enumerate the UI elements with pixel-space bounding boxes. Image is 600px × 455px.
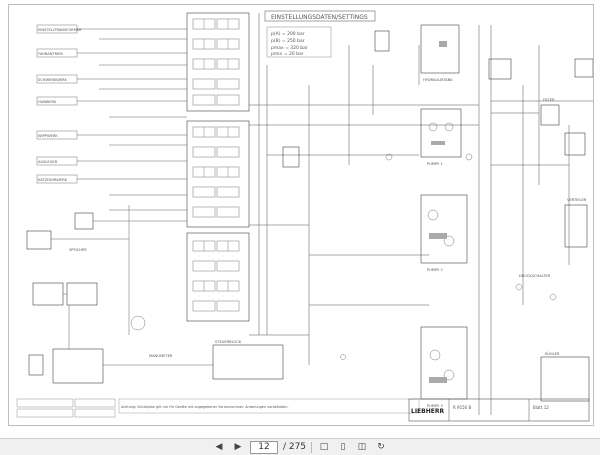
component-label: VERTEILER — [567, 198, 587, 202]
component-label: FILTER — [543, 98, 555, 102]
left-label: WIPPWERK — [38, 134, 58, 138]
rotate-icon[interactable]: ↻ — [374, 441, 388, 454]
footer-note: Achtung: Schaltplan gilt nur für Geräte … — [121, 404, 289, 409]
sheet-number: Blatt 12 — [533, 405, 549, 410]
setting-line: pmax = 320 bar — [271, 45, 308, 51]
fit-page-icon[interactable]: □ — [317, 441, 331, 454]
hydraulic-schematic: EINSTELLUNGSDATEN/SETTINGS p(A) = 200 ba… — [16, 10, 593, 422]
left-label: HUBWERK — [38, 100, 57, 104]
component-label: PUMPE 1 — [427, 162, 443, 166]
toolbar-separator — [311, 441, 313, 453]
company-logo: LIEBHERR — [411, 408, 444, 415]
single-page-icon[interactable]: ▯ — [336, 441, 350, 454]
schematic-title: EINSTELLUNGSDATEN/SETTINGS — [271, 14, 368, 21]
component-label: DRUCKSCHALTER — [519, 274, 551, 278]
setting-line: p(B) = 250 bar — [271, 38, 305, 44]
component-label: SPEICHER — [69, 248, 87, 252]
next-icon[interactable]: ▶ — [231, 441, 245, 454]
component-label: PUMPE 2 — [427, 268, 443, 272]
left-label: AUSLEGER — [38, 160, 58, 164]
setting-line: pmin = 20 bar — [271, 51, 304, 57]
left-label: SCHWENKWERK — [38, 78, 68, 82]
setting-line: p(A) = 200 bar — [271, 31, 305, 37]
prev-icon[interactable]: ◀ — [212, 441, 226, 454]
left-label: KATZFAHRWERK — [38, 178, 68, 182]
document-page: EINSTELLUNGSDATEN/SETTINGS p(A) = 200 ba… — [8, 4, 594, 426]
component-label: STEUERBLOCK — [215, 340, 242, 344]
doc-number: R 9150 B — [453, 405, 472, 410]
component-label: HYDRAULIKTANK — [423, 78, 453, 82]
total-pages-label: / 275 — [282, 442, 307, 452]
left-label: EINSTELLTRANSFORMER — [38, 28, 82, 32]
left-label: FAHRANTRIEB — [38, 52, 63, 56]
pdf-toolbar: ◀ ▶ 12 / 275 □ ▯ ◫ ↻ — [0, 438, 600, 455]
pdf-viewer: EINSTELLUNGSDATEN/SETTINGS p(A) = 200 ba… — [0, 0, 600, 455]
page-number-input[interactable]: 12 — [249, 440, 278, 454]
component-label: KÜHLER — [545, 351, 560, 356]
two-page-icon[interactable]: ◫ — [355, 441, 369, 454]
component-label: MANOMETER — [149, 354, 173, 358]
